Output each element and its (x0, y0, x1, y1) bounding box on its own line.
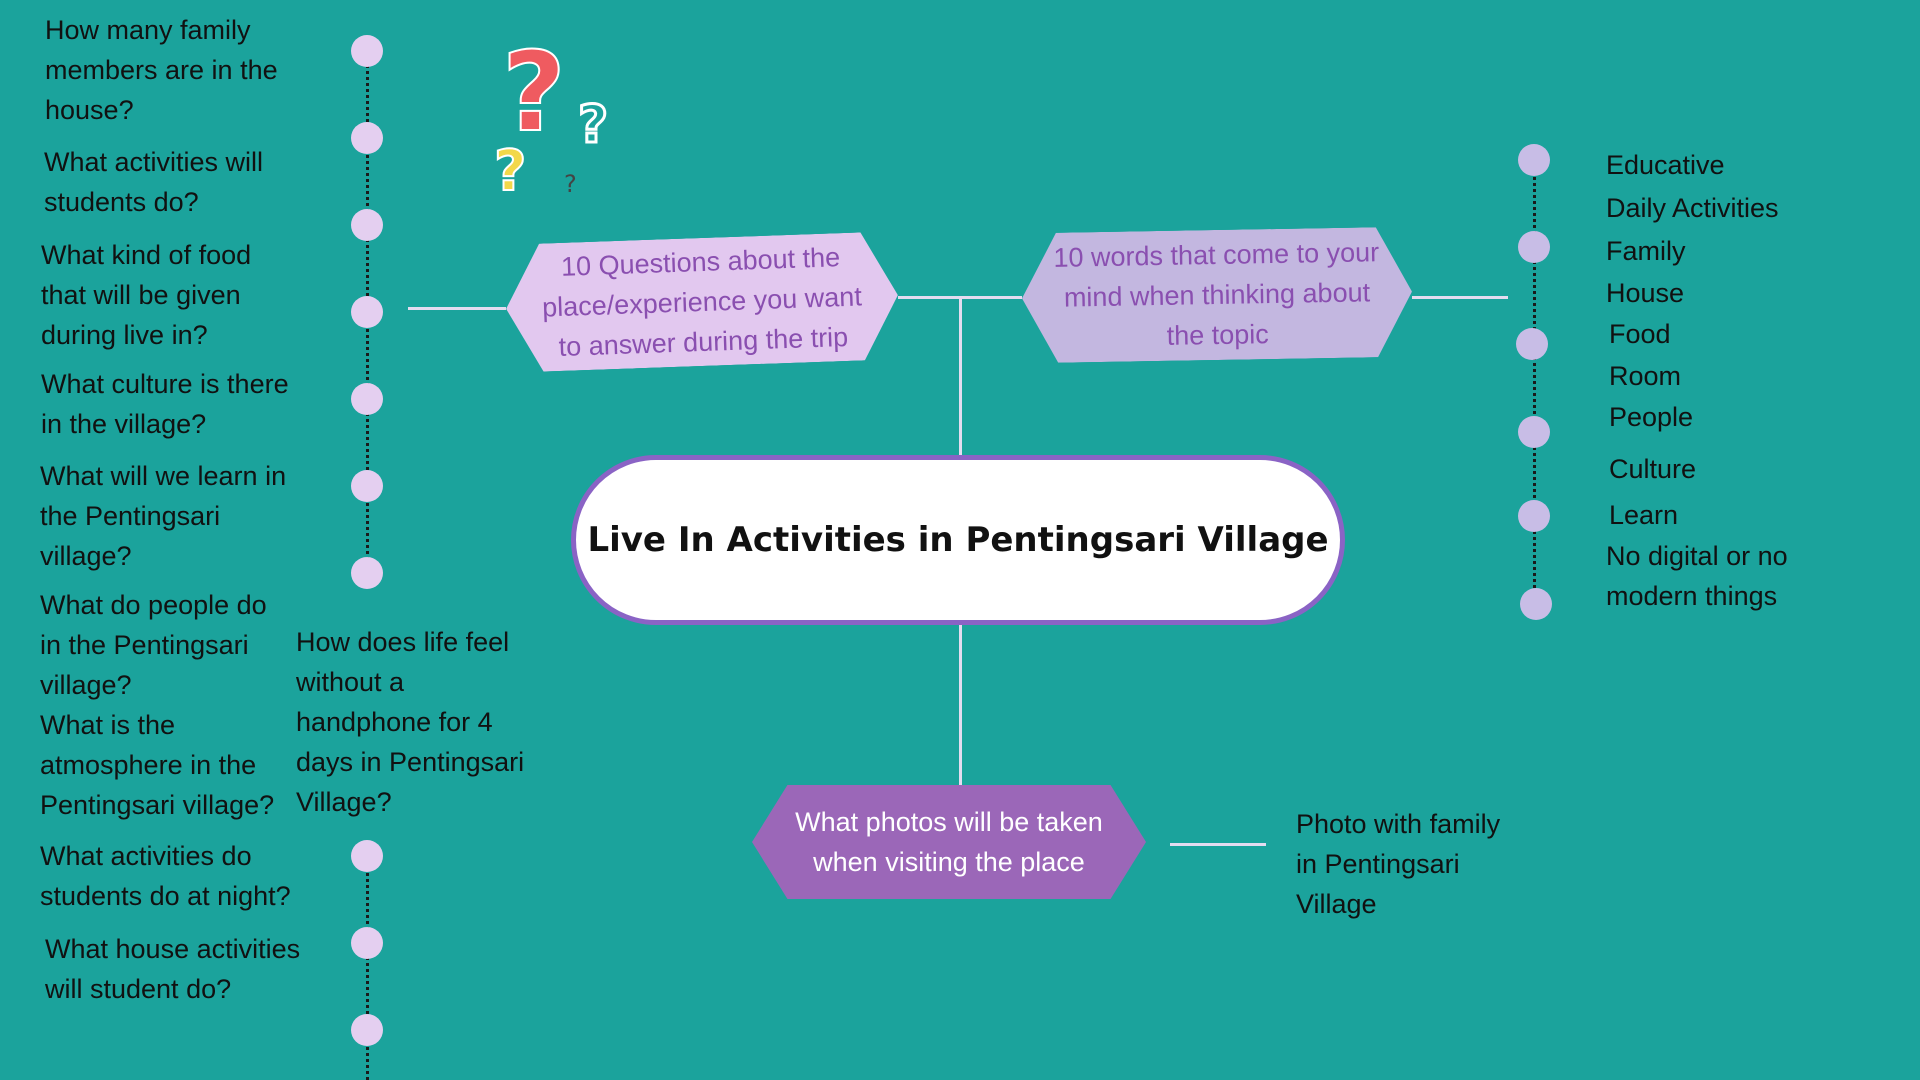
questions-node: 10 Questions about the place/experience … (504, 231, 900, 373)
word-dot (1518, 500, 1550, 532)
words-node: 10 words that come to your mind when thi… (1021, 227, 1413, 364)
question-dot (351, 296, 383, 328)
word-text: Room (1609, 361, 1682, 391)
question-marks-icon: ? ? ? ? (493, 30, 610, 200)
word-text: People (1609, 402, 1694, 432)
question-text: How does life feel without a handphone f… (296, 627, 525, 817)
question-dot (351, 1014, 383, 1046)
question-dot (351, 840, 383, 872)
word-text: Family (1606, 236, 1686, 266)
question-text: What activities will students do? (44, 147, 264, 217)
question-text: What house activities will student do? (45, 934, 301, 1004)
question-dot (351, 122, 383, 154)
svg-text:?: ? (578, 95, 608, 155)
words-timeline (1533, 160, 1536, 605)
question-dot (351, 383, 383, 415)
word-text: Educative (1606, 150, 1725, 180)
word-text: House (1606, 278, 1685, 308)
word-dot (1518, 416, 1550, 448)
question-text: What do people do in the Pentingsari vil… (40, 590, 267, 700)
question-text: How many family members are in the house… (45, 15, 278, 125)
connector-photos-to-list (1170, 843, 1266, 846)
questions-timeline-bottom (366, 856, 369, 1080)
question-text: What kind of food that will be given dur… (41, 240, 252, 350)
svg-text:?: ? (564, 170, 577, 198)
connector-center-down (959, 624, 962, 786)
connector-center-up (959, 296, 962, 456)
question-dot (351, 35, 383, 67)
question-dot (351, 927, 383, 959)
word-dot (1518, 231, 1550, 263)
words-node-label: 10 words that come to your mind when thi… (1053, 237, 1380, 351)
svg-text:?: ? (502, 30, 566, 156)
word-text: Food (1609, 319, 1671, 349)
question-text: What will we learn in the Pentingsari vi… (40, 461, 287, 571)
photo-text: Photo with family in Pentingsari Village (1296, 809, 1501, 919)
word-text: Learn (1609, 500, 1679, 530)
word-dot (1518, 144, 1550, 176)
central-topic: Live In Activities in Pentingsari Villag… (571, 455, 1345, 625)
question-dot (351, 557, 383, 589)
word-dot (1520, 588, 1552, 620)
word-dot (1516, 328, 1548, 360)
word-text: Culture (1609, 454, 1697, 484)
question-dot (351, 470, 383, 502)
question-text: What activities do students do at night? (40, 841, 291, 911)
question-text: What culture is there in the village? (41, 369, 289, 439)
question-dot (351, 209, 383, 241)
question-text: What is the atmosphere in the Pentingsar… (40, 710, 275, 820)
word-text: Daily Activities (1606, 193, 1779, 223)
connector-words-to-list (1412, 296, 1508, 299)
svg-text:?: ? (494, 139, 526, 200)
central-topic-title: Live In Activities in Pentingsari Villag… (587, 520, 1329, 560)
word-text: No digital or no modern things (1606, 541, 1788, 611)
connector-questions-to-list (408, 307, 506, 310)
photos-node: What photos will be taken when visiting … (752, 785, 1146, 899)
photos-node-label: What photos will be taken when visiting … (795, 807, 1103, 877)
questions-node-label: 10 Questions about the place/experience … (541, 242, 863, 363)
